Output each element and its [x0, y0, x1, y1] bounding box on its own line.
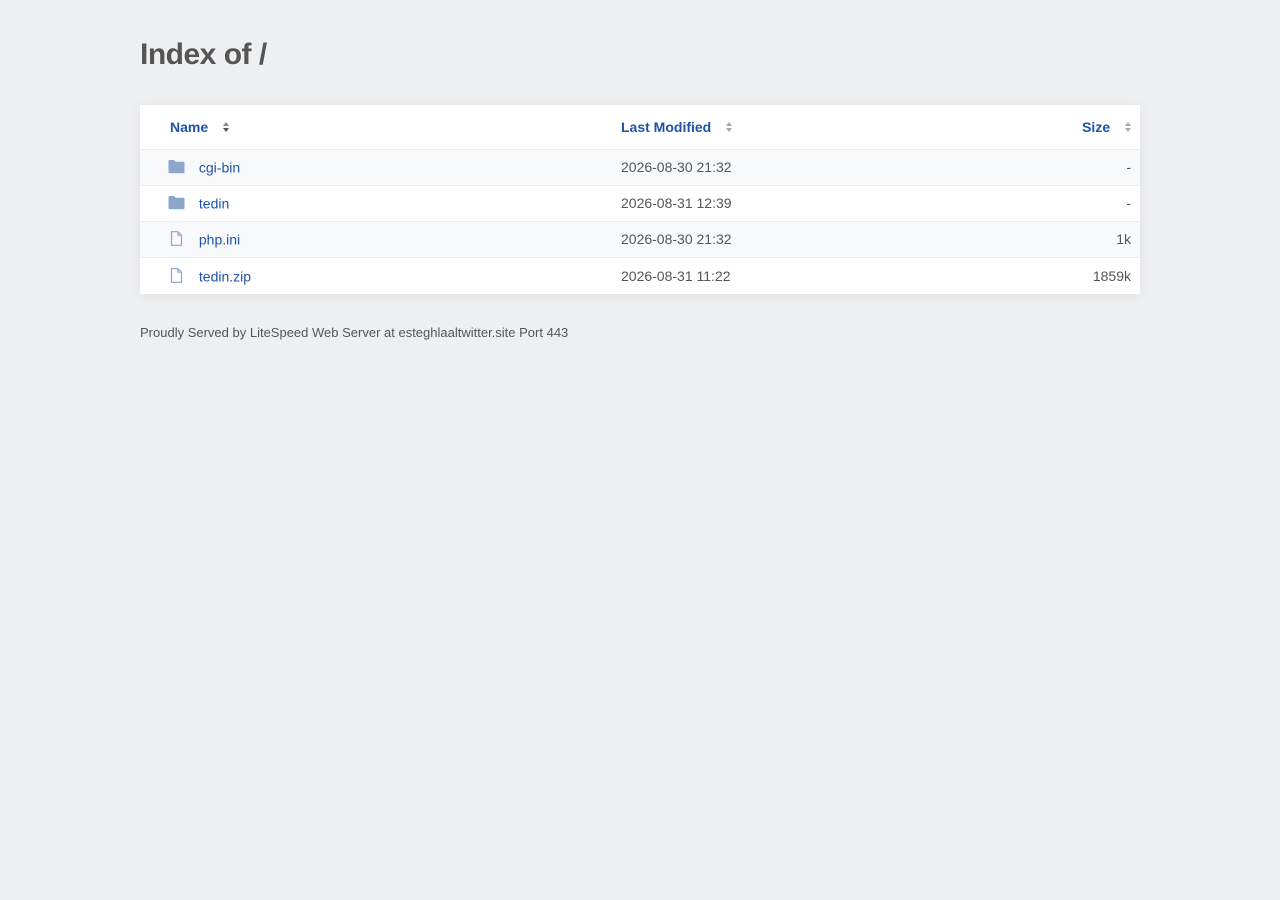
sort-by-modified-link[interactable]: Last Modified — [621, 119, 733, 135]
file-table: Name Last Modified Size cgi-bin 2026-08-… — [140, 105, 1140, 294]
table-row: tedin.zip 2026-08-31 11:22 1859k — [140, 257, 1140, 294]
sort-by-name-link[interactable]: Name — [170, 119, 230, 135]
column-header-modified: Last Modified — [621, 105, 1021, 150]
table-row: tedin 2026-08-31 12:39 - — [140, 185, 1140, 221]
sort-by-size-link[interactable]: Size — [1082, 119, 1132, 135]
file-icon — [170, 231, 183, 247]
cell-modified: 2026-08-31 11:22 — [621, 267, 731, 284]
entry-link-tedin-zip[interactable]: tedin.zip — [199, 268, 251, 284]
column-header-name: Name — [140, 105, 621, 150]
page-title: Index of / — [140, 38, 267, 71]
cell-size: - — [1126, 195, 1131, 211]
column-header-name-label: Name — [170, 118, 209, 135]
column-header-size-label: Size — [1082, 118, 1111, 135]
folder-icon — [168, 160, 185, 174]
server-signature: Proudly Served by LiteSpeed Web Server a… — [140, 325, 569, 340]
file-listing: Name Last Modified Size cgi-bin 2026-08-… — [140, 105, 1140, 294]
sort-icon — [223, 122, 230, 133]
cell-size: 1k — [1116, 231, 1131, 247]
cell-name: php.ini — [140, 221, 621, 257]
entry-link-php-ini[interactable]: php.ini — [199, 232, 240, 248]
cell-size: 1859k — [1092, 267, 1131, 284]
file-icon — [170, 267, 183, 283]
entry-link-tedin[interactable]: tedin — [199, 196, 229, 212]
sort-icon — [1125, 122, 1131, 133]
entry-link-cgi-bin[interactable]: cgi-bin — [199, 160, 240, 176]
cell-modified: 2026-08-31 12:39 — [621, 195, 732, 211]
cell-name: tedin — [140, 185, 621, 221]
table-header-row: Name Last Modified Size — [140, 105, 1140, 150]
folder-icon — [168, 196, 185, 210]
cell-modified: 2026-08-30 21:32 — [621, 231, 732, 247]
table-row: php.ini 2026-08-30 21:32 1k — [140, 221, 1140, 257]
sort-icon — [726, 122, 733, 133]
column-header-size: Size — [1021, 105, 1140, 150]
cell-name: tedin.zip — [140, 257, 621, 294]
cell-name: cgi-bin — [140, 149, 621, 185]
cell-modified: 2026-08-30 21:32 — [621, 159, 732, 175]
column-header-modified-label: Last Modified — [621, 118, 712, 135]
table-row: cgi-bin 2026-08-30 21:32 - — [140, 149, 1140, 185]
cell-size: - — [1126, 159, 1131, 175]
